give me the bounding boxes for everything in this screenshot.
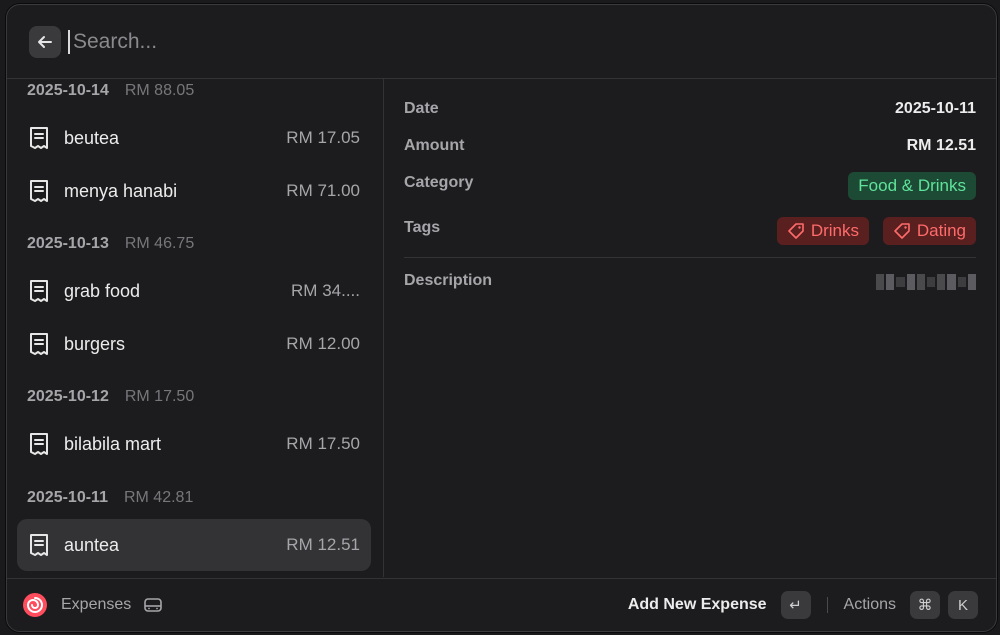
tag-badge: Dating: [882, 217, 976, 245]
group-total: RM 42.81: [123, 489, 194, 506]
item-title: auntea: [64, 534, 120, 555]
separator: [826, 597, 828, 613]
item-title: grab food: [64, 280, 141, 301]
group-header: 2025-10-13 RM 46.75: [27, 235, 194, 253]
list-item[interactable]: burgers RM 12.00: [17, 318, 371, 370]
tag-icon: [787, 222, 805, 240]
tag-badge: Drinks: [776, 217, 869, 245]
category-badge: Food & Drinks: [848, 172, 976, 200]
receipt-icon: [27, 279, 51, 303]
arrow-left-icon: [38, 35, 52, 48]
group-total: RM 46.75: [124, 235, 195, 252]
group-header: 2025-10-12 RM 17.50: [27, 388, 194, 406]
footer-title: Expenses: [61, 596, 132, 613]
receipt-icon: [27, 332, 51, 356]
group-date: 2025-10-14: [27, 82, 109, 99]
group-date: 2025-10-13: [27, 235, 109, 252]
category-value: Food & Drinks: [858, 176, 966, 195]
item-title: bilabila mart: [64, 433, 162, 454]
list-item-selected[interactable]: auntea RM 12.51: [17, 519, 371, 571]
k-key: K: [948, 591, 978, 619]
category-label: Category: [404, 174, 474, 191]
tags-label: Tags: [404, 219, 441, 236]
group-total: RM 17.50: [124, 388, 195, 405]
back-button[interactable]: [29, 25, 61, 58]
item-amount: RM 71.00: [286, 181, 360, 200]
group-header: 2025-10-11 RM 42.81: [27, 489, 193, 507]
description-redacted: [876, 273, 977, 291]
item-title: burgers: [64, 333, 126, 354]
item-amount: RM 34....: [291, 281, 360, 300]
actions-button[interactable]: Actions: [844, 596, 896, 614]
search-input[interactable]: [71, 28, 675, 55]
item-title: beutea: [64, 127, 120, 148]
list-item[interactable]: bilabila mart RM 17.50: [17, 418, 371, 470]
item-amount: RM 17.50: [286, 434, 360, 453]
enter-key: ↵: [780, 591, 811, 619]
action-bar: Expenses Add New Expense ↵ Actions ⌘ K: [7, 578, 996, 631]
add-new-expense-button[interactable]: Add New Expense: [628, 596, 767, 614]
group-date: 2025-10-11: [27, 489, 108, 506]
expense-list: 2025-10-14 RM 88.05 beutea RM 17.05 meny…: [7, 79, 384, 577]
tag-label: Dating: [916, 221, 966, 240]
search-bar: [7, 5, 996, 79]
description-label: Description: [404, 272, 493, 289]
group-header: 2025-10-14 RM 88.05: [27, 82, 194, 100]
item-title: menya hanabi: [64, 180, 178, 201]
list-item[interactable]: beutea RM 17.05: [17, 112, 371, 164]
item-amount: RM 12.51: [286, 535, 360, 554]
receipt-icon: [27, 179, 51, 203]
group-date: 2025-10-12: [27, 388, 109, 405]
list-item[interactable]: grab food RM 34....: [17, 265, 371, 317]
divider: [404, 257, 976, 258]
list-item[interactable]: menya hanabi RM 71.00: [17, 165, 371, 217]
group-total: RM 88.05: [124, 82, 195, 99]
amount-label: Amount: [404, 137, 465, 154]
receipt-icon: [27, 126, 51, 150]
text-caret: [68, 29, 70, 54]
date-label: Date: [404, 100, 439, 117]
app-logo-icon: [21, 591, 49, 619]
expenses-window: 2025-10-14 RM 88.05 beutea RM 17.05 meny…: [6, 4, 997, 632]
command-key: ⌘: [910, 591, 940, 619]
item-amount: RM 12.00: [286, 334, 360, 353]
receipt-icon: [27, 432, 51, 456]
item-amount: RM 17.05: [286, 128, 360, 147]
expense-detail: Date 2025-10-11 Amount RM 12.51 Category…: [384, 79, 996, 577]
amount-value: RM 12.51: [906, 137, 976, 154]
receipt-icon: [27, 533, 51, 557]
tag-icon: [893, 222, 911, 240]
date-value: 2025-10-11: [895, 100, 976, 117]
tag-label: Drinks: [810, 221, 859, 240]
drive-icon: [143, 596, 163, 614]
